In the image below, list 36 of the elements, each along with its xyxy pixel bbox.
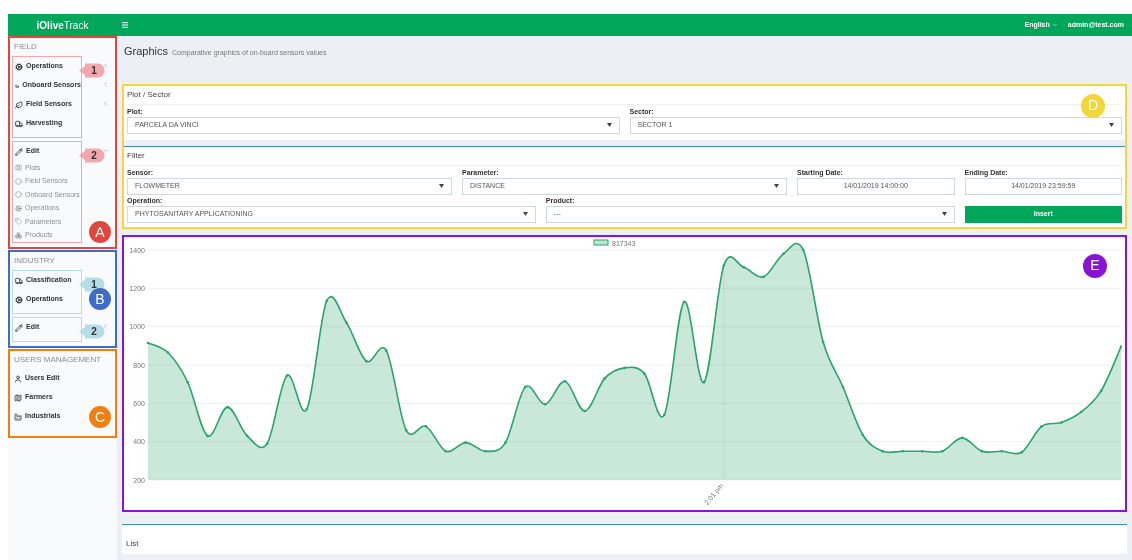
truck-icon	[15, 119, 23, 128]
callout-bubble: 1	[79, 63, 105, 78]
user-icon	[14, 374, 22, 383]
factory-icon	[14, 412, 22, 421]
annotation-badge: B	[89, 288, 111, 310]
pencil-icon	[15, 147, 23, 156]
boxes-icon	[15, 231, 22, 239]
panel-title: List	[126, 538, 139, 548]
callout-bubble: 2	[79, 324, 105, 339]
caret-icon	[1051, 22, 1058, 28]
map-icon	[15, 164, 22, 172]
circle-icon	[15, 177, 22, 185]
leaf-icon	[15, 100, 23, 109]
legend-swatch	[593, 239, 609, 245]
circle-icon	[15, 191, 22, 199]
annotation-badge: C	[89, 406, 111, 428]
annotation-badge: A	[89, 221, 111, 243]
pencil-icon	[15, 323, 23, 332]
dropdown-arrow-icon	[941, 212, 947, 216]
dropdown-arrow-icon	[606, 123, 612, 127]
section-header: FIELD	[13, 41, 38, 53]
callout-bubble: 2	[79, 148, 105, 163]
page-title: Graphics	[124, 44, 169, 59]
annotation-badge: E	[1083, 253, 1107, 278]
map-icon	[14, 393, 22, 402]
dropdown-arrow-icon	[774, 184, 779, 188]
dropdown-arrow-icon	[439, 184, 444, 188]
callout-bubble: 1	[79, 277, 105, 292]
section-header: USERS MANAGEMENT	[13, 354, 103, 366]
panel-title: Filter	[127, 146, 1122, 166]
section-header: INDUSTRY	[13, 255, 56, 267]
dropdown-arrow-icon	[1109, 123, 1114, 127]
dropdown-arrow-icon	[522, 212, 528, 216]
truck-icon	[15, 276, 23, 285]
tag-icon	[15, 218, 22, 226]
menu-icon[interactable]	[121, 21, 129, 29]
